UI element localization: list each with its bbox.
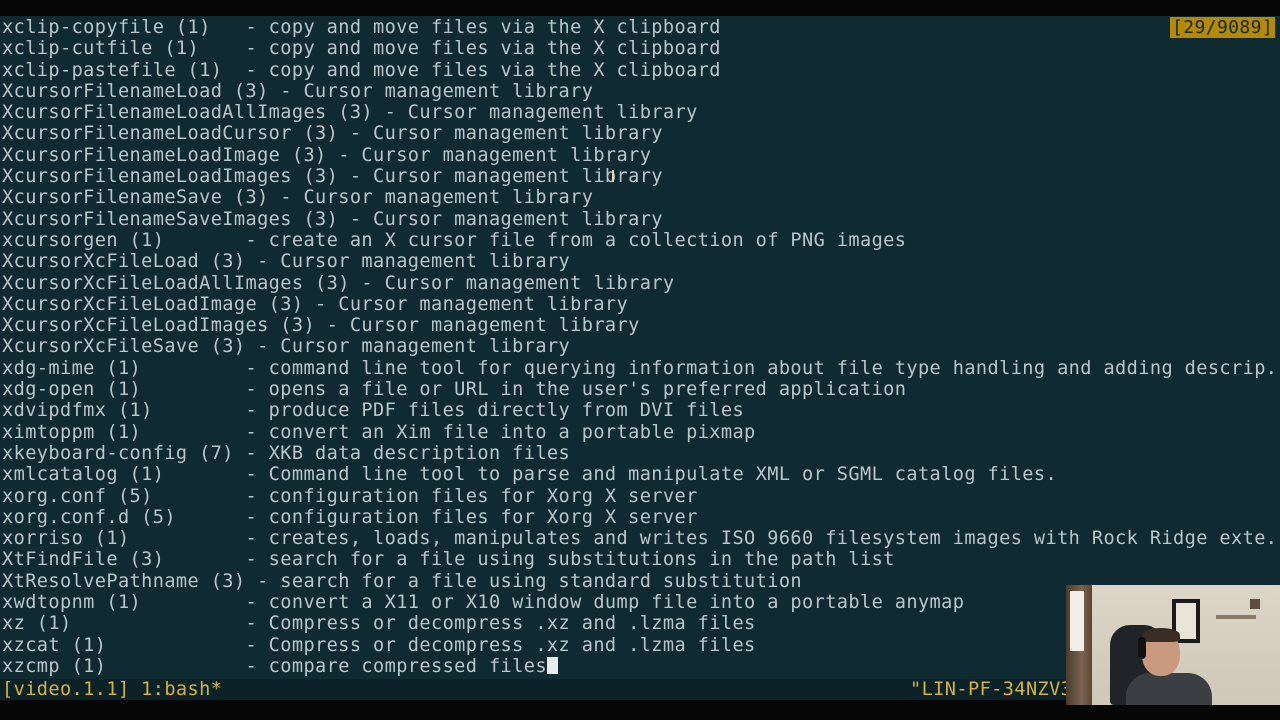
webcam-person-body xyxy=(1126,673,1212,705)
webcam-person-hair xyxy=(1142,628,1180,642)
prompt-line-text: xzcmp (1) - compare compressed files xyxy=(2,655,547,677)
list-item[interactable]: XtFindFile (3) - search for a file using… xyxy=(0,549,1280,570)
list-item[interactable]: xdg-mime (1) - command line tool for que… xyxy=(0,358,1280,379)
list-item[interactable]: xorg.conf.d (5) - configuration files fo… xyxy=(0,507,1280,528)
list-item[interactable]: xdg-open (1) - opens a file or URL in th… xyxy=(0,379,1280,400)
screen: xclip-copyfile (1) - copy and move files… xyxy=(0,0,1280,720)
list-item[interactable]: XcursorFilenameLoadImage (3) - Cursor ma… xyxy=(0,145,1280,166)
list-item[interactable]: xclip-cutfile (1) - copy and move files … xyxy=(0,38,1280,59)
terminal-output[interactable]: xclip-copyfile (1) - copy and move files… xyxy=(0,17,1280,679)
list-item[interactable]: XcursorFilenameLoadAllImages (3) - Curso… xyxy=(0,102,1280,123)
list-item[interactable]: XcursorXcFileLoadAllImages (3) - Cursor … xyxy=(0,273,1280,294)
list-item[interactable]: xclip-pastefile (1) - copy and move file… xyxy=(0,60,1280,81)
webcam-wall-item xyxy=(1250,599,1260,609)
list-item[interactable]: XcursorXcFileLoadImages (3) - Cursor man… xyxy=(0,315,1280,336)
list-item[interactable]: XcursorFilenameSaveImages (3) - Cursor m… xyxy=(0,209,1280,230)
list-item[interactable]: XcursorFilenameSave (3) - Cursor managem… xyxy=(0,187,1280,208)
list-item[interactable]: XcursorXcFileSave (3) - Cursor managemen… xyxy=(0,336,1280,357)
mouse-pointer-icon xyxy=(612,170,614,182)
list-item[interactable]: xkeyboard-config (7) - XKB data descript… xyxy=(0,443,1280,464)
webcam-shelf xyxy=(1216,615,1256,619)
hostname-label: "LIN-PF-34NZV3 xyxy=(910,679,1073,700)
list-item[interactable]: ximtoppm (1) - convert an Xim file into … xyxy=(0,422,1280,443)
letterbox-top xyxy=(0,0,1280,16)
list-item[interactable]: xcursorgen (1) - create an X cursor file… xyxy=(0,230,1280,251)
list-item[interactable]: xmlcatalog (1) - Command line tool to pa… xyxy=(0,464,1280,485)
text-cursor xyxy=(546,656,558,674)
webcam-window xyxy=(1070,591,1084,651)
headphones-icon xyxy=(1138,637,1146,659)
list-item[interactable]: XcursorFilenameLoad (3) - Cursor managem… xyxy=(0,81,1280,102)
list-item[interactable]: xorriso (1) - creates, loads, manipulate… xyxy=(0,528,1280,549)
list-item[interactable]: XcursorFilenameLoadCursor (3) - Cursor m… xyxy=(0,123,1280,144)
list-item[interactable]: XcursorFilenameLoadImages (3) - Cursor m… xyxy=(0,166,1280,187)
list-item[interactable]: xclip-copyfile (1) - copy and move files… xyxy=(0,17,1280,38)
list-item[interactable]: XcursorXcFileLoadImage (3) - Cursor mana… xyxy=(0,294,1280,315)
session-window-label[interactable]: [video.1.1] 1:bash* xyxy=(2,679,222,700)
webcam-overlay xyxy=(1066,585,1280,705)
match-counter: [29/9089] xyxy=(1170,17,1276,38)
list-item[interactable]: xorg.conf (5) - configuration files for … xyxy=(0,486,1280,507)
list-item[interactable]: XcursorXcFileLoad (3) - Cursor managemen… xyxy=(0,251,1280,272)
list-item[interactable]: xdvipdfmx (1) - produce PDF files direct… xyxy=(0,400,1280,421)
